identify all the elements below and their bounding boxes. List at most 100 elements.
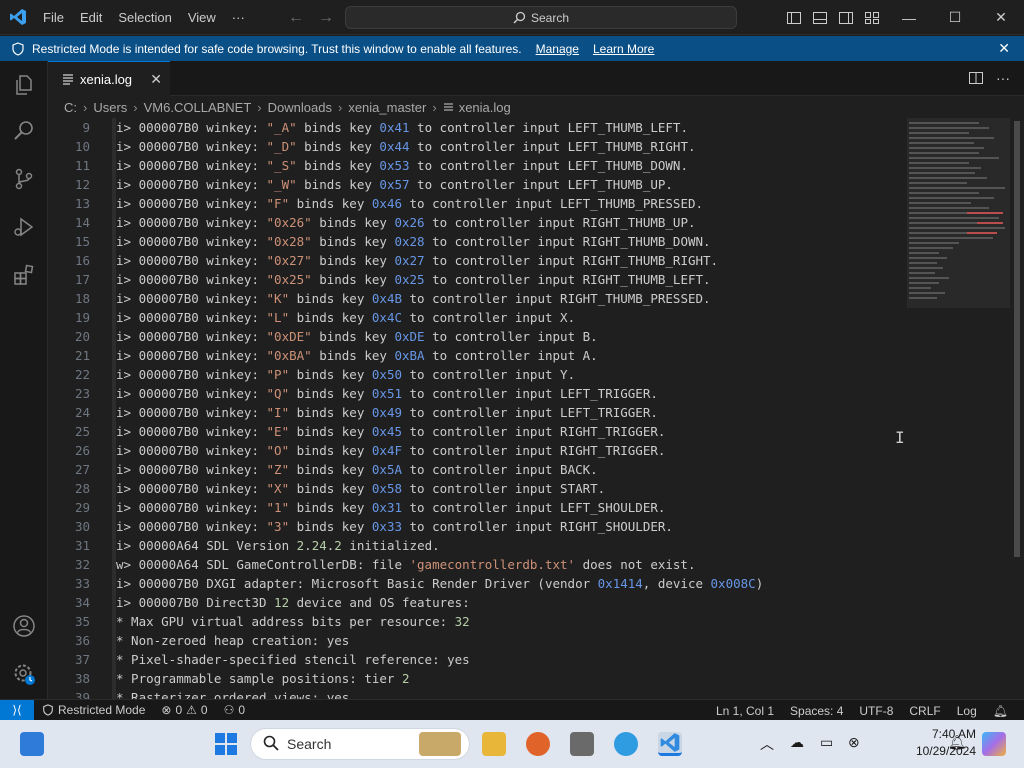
code-line[interactable]: 20 i> 000007B0 winkey: "0xDE" binds key 0… (48, 327, 908, 346)
code-line[interactable]: 29 i> 000007B0 winkey: "1" binds key 0x31… (48, 498, 908, 517)
browser-icon[interactable] (614, 732, 638, 756)
code-line[interactable]: 31 i> 00000A64 SDL Version 2.24.2 initial… (48, 536, 908, 555)
file-explorer-icon[interactable] (482, 732, 506, 756)
indentation[interactable]: Spaces: 4 (782, 700, 851, 721)
taskbar-search[interactable]: Search (250, 728, 470, 760)
command-search[interactable]: Search (345, 6, 737, 29)
toggle-primary-sidebar-icon[interactable] (786, 10, 802, 26)
menu-file[interactable]: File (35, 0, 72, 35)
copilot-icon[interactable] (982, 732, 1006, 756)
learn-more-link[interactable]: Learn More (593, 42, 654, 56)
tab-xenia-log[interactable]: xenia.log ✕ (48, 61, 170, 96)
breadcrumb-user[interactable]: VM6.COLLABNET (144, 100, 252, 115)
close-tab-icon[interactable]: ✕ (150, 71, 162, 88)
code-line[interactable]: 36 * Non-zeroed heap creation: yes (48, 631, 908, 650)
code-line[interactable]: 18 i> 000007B0 winkey: "K" binds key 0x4B… (48, 289, 908, 308)
ports-status[interactable]: ⚇ 0 (216, 700, 253, 721)
breadcrumb-folder[interactable]: xenia_master (348, 100, 426, 115)
code-line[interactable]: 34 i> 000007B0 Direct3D 12 device and OS … (48, 593, 908, 612)
code-line[interactable]: 24 i> 000007B0 winkey: "I" binds key 0x49… (48, 403, 908, 422)
breadcrumb-users[interactable]: Users (93, 100, 127, 115)
menu-more[interactable]: ··· (224, 0, 253, 35)
code-text: i> 000007B0 winkey: "0x26" binds key 0x2… (116, 215, 696, 230)
vscode-taskbar-icon[interactable] (658, 732, 682, 756)
app-icon[interactable] (570, 732, 594, 756)
more-actions-icon[interactable]: ··· (996, 70, 1010, 89)
code-line[interactable]: 33 i> 000007B0 DXGI adapter: Microsoft Ba… (48, 574, 908, 593)
line-number: 25 (74, 424, 90, 439)
notifications-bell-icon[interactable]: 🔔︎ (985, 700, 1016, 721)
code-line[interactable]: 38 * Programmable sample positions: tier … (48, 669, 908, 688)
widgets-icon[interactable] (20, 732, 44, 756)
search-view-icon[interactable] (12, 119, 36, 143)
toggle-panel-icon[interactable] (812, 10, 828, 26)
code-line[interactable]: 25 i> 000007B0 winkey: "E" binds key 0x45… (48, 422, 908, 441)
line-ending[interactable]: CRLF (901, 700, 948, 721)
menu-selection[interactable]: Selection (110, 0, 179, 35)
code-line[interactable]: 10 i> 000007B0 winkey: "_D" binds key 0x4… (48, 137, 908, 156)
code-editor[interactable]: 9 i> 000007B0 winkey: "_A" binds key 0x41… (48, 118, 908, 699)
toggle-secondary-sidebar-icon[interactable] (838, 10, 854, 26)
extensions-icon[interactable] (12, 263, 36, 287)
code-line[interactable]: 12 i> 000007B0 winkey: "_W" binds key 0x5… (48, 175, 908, 194)
windows-start-icon[interactable] (214, 732, 238, 756)
breadcrumb-downloads[interactable]: Downloads (268, 100, 332, 115)
volume-icon[interactable]: ⊗ (848, 734, 860, 751)
explorer-icon[interactable] (12, 73, 36, 97)
problems-status[interactable]: ⊗ 0 ⚠ 0 (153, 700, 215, 721)
code-line[interactable]: 16 i> 000007B0 winkey: "0x27" binds key 0… (48, 251, 908, 270)
back-arrow-icon[interactable]: ← (288, 9, 304, 27)
code-line[interactable]: 13 i> 000007B0 winkey: "F" binds key 0x46… (48, 194, 908, 213)
manage-link[interactable]: Manage (536, 42, 579, 56)
code-line[interactable]: 23 i> 000007B0 winkey: "Q" binds key 0x51… (48, 384, 908, 403)
accounts-icon[interactable] (12, 614, 36, 638)
taskbar-clock[interactable]: 7:40 AM 10/29/2024 (916, 726, 976, 760)
maximize-icon[interactable]: ☐ (932, 0, 978, 35)
code-line[interactable]: 21 i> 000007B0 winkey: "0xBA" binds key 0… (48, 346, 908, 365)
close-window-icon[interactable]: ✕ (978, 0, 1024, 35)
notification-bell-icon[interactable]: 🔔︎ (948, 734, 966, 751)
code-line[interactable]: 26 i> 000007B0 winkey: "O" binds key 0x4F… (48, 441, 908, 460)
minimap[interactable] (907, 118, 1010, 308)
split-editor-icon[interactable] (968, 70, 984, 89)
encoding[interactable]: UTF-8 (851, 700, 901, 721)
restricted-mode-status[interactable]: Restricted Mode (34, 700, 153, 721)
vertical-scrollbar[interactable] (1010, 118, 1024, 699)
code-line[interactable]: 19 i> 000007B0 winkey: "L" binds key 0x4C… (48, 308, 908, 327)
code-line[interactable]: 30 i> 000007B0 winkey: "3" binds key 0x33… (48, 517, 908, 536)
warning-count: 0 (200, 703, 208, 717)
code-line[interactable]: 27 i> 000007B0 winkey: "Z" binds key 0x5A… (48, 460, 908, 479)
run-debug-icon[interactable] (12, 215, 36, 239)
code-line[interactable]: 22 i> 000007B0 winkey: "P" binds key 0x50… (48, 365, 908, 384)
code-line[interactable]: 9 i> 000007B0 winkey: "_A" binds key 0x41… (48, 118, 908, 137)
minimize-icon[interactable]: — (886, 0, 932, 35)
breadcrumb-file[interactable]: xenia.log (459, 100, 511, 115)
chevron-up-icon[interactable]: ︿ (760, 734, 774, 754)
code-text: i> 000007B0 winkey: "X" binds key 0x58 t… (116, 481, 606, 496)
code-line[interactable]: 39 * Rasterizer ordered views: yes (48, 688, 908, 699)
language-mode[interactable]: Log (949, 700, 985, 721)
code-line[interactable]: 11 i> 000007B0 winkey: "_S" binds key 0x5… (48, 156, 908, 175)
forward-arrow-icon[interactable]: → (318, 9, 334, 27)
code-line[interactable]: 32 w> 00000A64 SDL GameControllerDB: file… (48, 555, 908, 574)
menu-edit[interactable]: Edit (72, 0, 110, 35)
code-line[interactable]: 17 i> 000007B0 winkey: "0x25" binds key 0… (48, 270, 908, 289)
network-icon[interactable]: ▭ (820, 734, 833, 751)
menu-view[interactable]: View (180, 0, 224, 35)
code-line[interactable]: 14 i> 000007B0 winkey: "0x26" binds key 0… (48, 213, 908, 232)
manage-gear-icon[interactable] (12, 662, 36, 686)
code-text: i> 000007B0 winkey: "E" binds key 0x45 t… (116, 424, 666, 439)
close-banner-icon[interactable]: ✕ (998, 40, 1010, 57)
code-line[interactable]: 28 i> 000007B0 winkey: "X" binds key 0x58… (48, 479, 908, 498)
remote-indicator-icon[interactable]: ⟩⟨ (0, 699, 34, 721)
customize-layout-icon[interactable] (864, 10, 880, 26)
firefox-icon[interactable] (526, 732, 550, 756)
cursor-position[interactable]: Ln 1, Col 1 (708, 700, 782, 721)
scrollbar-thumb[interactable] (1014, 121, 1020, 557)
cloud-icon[interactable]: ☁︎ (790, 734, 804, 751)
code-line[interactable]: 35 * Max GPU virtual address bits per res… (48, 612, 908, 631)
code-line[interactable]: 37 * Pixel-shader-specified stencil refer… (48, 650, 908, 669)
source-control-icon[interactable] (12, 167, 36, 191)
code-line[interactable]: 15 i> 000007B0 winkey: "0x28" binds key 0… (48, 232, 908, 251)
breadcrumb-drive[interactable]: C: (64, 100, 77, 115)
